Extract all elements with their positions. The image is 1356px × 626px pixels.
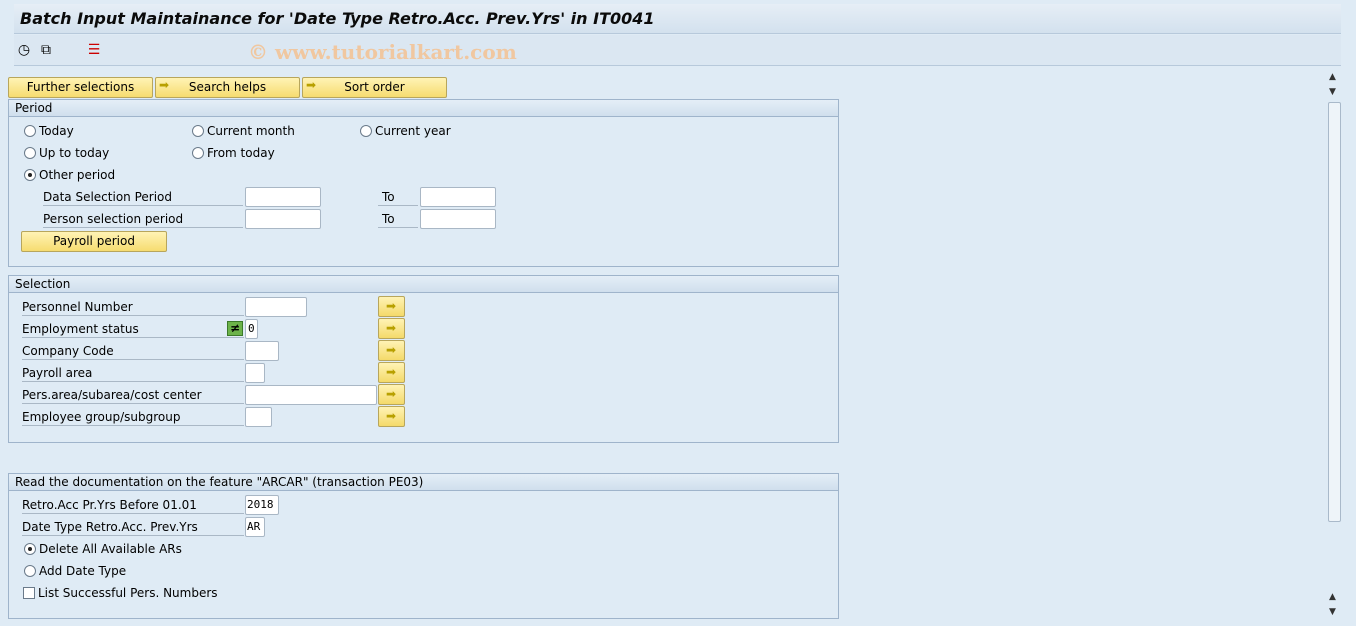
group-header: Selection xyxy=(9,276,838,293)
scroll-up-icon[interactable]: ▲ xyxy=(1329,72,1336,82)
payroll-period-button[interactable]: Payroll period xyxy=(21,231,167,252)
to-label: To xyxy=(378,189,418,206)
data-selection-period-label: Data Selection Period xyxy=(43,189,243,206)
arrow-right-icon: ➡ xyxy=(386,365,397,381)
arrow-right-icon: ➡ xyxy=(159,78,170,94)
group-header: Read the documentation on the feature "A… xyxy=(9,474,838,491)
page-title: Batch Input Maintainance for 'Date Type … xyxy=(20,9,655,28)
arrow-right-icon: ➡ xyxy=(306,78,317,94)
further-selections-button[interactable]: Further selections xyxy=(8,77,153,98)
application-toolbar: ◷ ⧉ ☰ xyxy=(14,35,1341,66)
radio-label: Delete All Available ARs xyxy=(39,542,182,556)
date-type-input[interactable]: AR xyxy=(245,517,265,537)
company-code-multiple-button[interactable]: ➡ xyxy=(378,340,405,361)
payroll-area-label: Payroll area xyxy=(22,365,244,382)
button-label: Search helps xyxy=(188,80,267,94)
company-code-input[interactable] xyxy=(245,341,279,361)
execute-icon[interactable]: ◷ xyxy=(16,42,32,58)
vertical-scrollbar[interactable]: ▲ ▼ ▲ ▼ xyxy=(1326,70,1342,622)
scroll-down-icon[interactable]: ▼ xyxy=(1329,87,1336,97)
radio-from-today[interactable] xyxy=(192,147,204,159)
sort-order-button[interactable]: ➡ Sort order xyxy=(302,77,447,98)
arrow-right-icon: ➡ xyxy=(386,299,397,315)
person-selection-period-label: Person selection period xyxy=(43,211,243,228)
payroll-area-input[interactable] xyxy=(245,363,265,383)
data-selection-to-input[interactable] xyxy=(420,187,496,207)
radio-current-year[interactable] xyxy=(360,125,372,137)
radio-current-month[interactable] xyxy=(192,125,204,137)
employment-status-label: Employment status xyxy=(22,321,244,338)
list-successful-checkbox[interactable] xyxy=(23,587,35,599)
button-label: Sort order xyxy=(344,80,405,94)
radio-label: Today xyxy=(39,124,74,138)
radio-label: From today xyxy=(207,146,275,160)
scroll-up-icon[interactable]: ▲ xyxy=(1329,592,1336,602)
button-label: Further selections xyxy=(26,80,135,94)
watermark: © www.tutorialkart.com xyxy=(248,40,517,64)
search-helps-button[interactable]: ➡ Search helps xyxy=(155,77,300,98)
radio-label: Up to today xyxy=(39,146,110,160)
company-code-label: Company Code xyxy=(22,343,244,360)
selection-options-icon[interactable]: ☰ xyxy=(86,42,102,58)
payroll-area-multiple-button[interactable]: ➡ xyxy=(378,362,405,383)
personnel-number-label: Personnel Number xyxy=(22,299,244,316)
person-selection-to-input[interactable] xyxy=(420,209,496,229)
pers-area-multiple-button[interactable]: ➡ xyxy=(378,384,405,405)
radio-delete-all-ars[interactable] xyxy=(24,543,36,555)
checkbox-label: List Successful Pers. Numbers xyxy=(38,586,218,600)
not-equal-option-icon[interactable]: ≠ xyxy=(227,321,243,336)
personnel-number-multiple-button[interactable]: ➡ xyxy=(378,296,405,317)
scrollbar-thumb[interactable] xyxy=(1328,102,1341,522)
radio-up-to-today[interactable] xyxy=(24,147,36,159)
radio-other-period[interactable] xyxy=(24,169,36,181)
employment-status-multiple-button[interactable]: ➡ xyxy=(378,318,405,339)
group-header: Period xyxy=(9,100,838,117)
to-label: To xyxy=(378,211,418,228)
person-selection-from-input[interactable] xyxy=(245,209,321,229)
personnel-number-input[interactable] xyxy=(245,297,307,317)
scroll-down-icon[interactable]: ▼ xyxy=(1329,607,1336,617)
data-selection-from-input[interactable] xyxy=(245,187,321,207)
button-label: Payroll period xyxy=(53,234,135,248)
radio-today[interactable] xyxy=(24,125,36,137)
radio-add-date-type[interactable] xyxy=(24,565,36,577)
pers-area-label: Pers.area/subarea/cost center xyxy=(22,387,244,404)
radio-label: Current year xyxy=(375,124,451,138)
employment-status-input[interactable]: 0 xyxy=(245,319,258,339)
employee-group-input[interactable] xyxy=(245,407,272,427)
radio-label: Other period xyxy=(39,168,116,182)
arrow-right-icon: ➡ xyxy=(386,321,397,337)
radio-label: Add Date Type xyxy=(39,564,127,578)
retro-acc-year-input[interactable]: 2018 xyxy=(245,495,279,515)
retro-acc-year-label: Retro.Acc Pr.Yrs Before 01.01 xyxy=(22,497,244,514)
title-bar: Batch Input Maintainance for 'Date Type … xyxy=(14,4,1341,34)
pers-area-input[interactable] xyxy=(245,385,377,405)
date-type-label: Date Type Retro.Acc. Prev.Yrs xyxy=(22,519,244,536)
arrow-right-icon: ➡ xyxy=(386,409,397,425)
arrow-right-icon: ➡ xyxy=(386,343,397,359)
radio-label: Current month xyxy=(207,124,295,138)
get-variant-icon[interactable]: ⧉ xyxy=(38,42,54,58)
employee-group-label: Employee group/subgroup xyxy=(22,409,244,426)
employee-group-multiple-button[interactable]: ➡ xyxy=(378,406,405,427)
arrow-right-icon: ➡ xyxy=(386,387,397,403)
